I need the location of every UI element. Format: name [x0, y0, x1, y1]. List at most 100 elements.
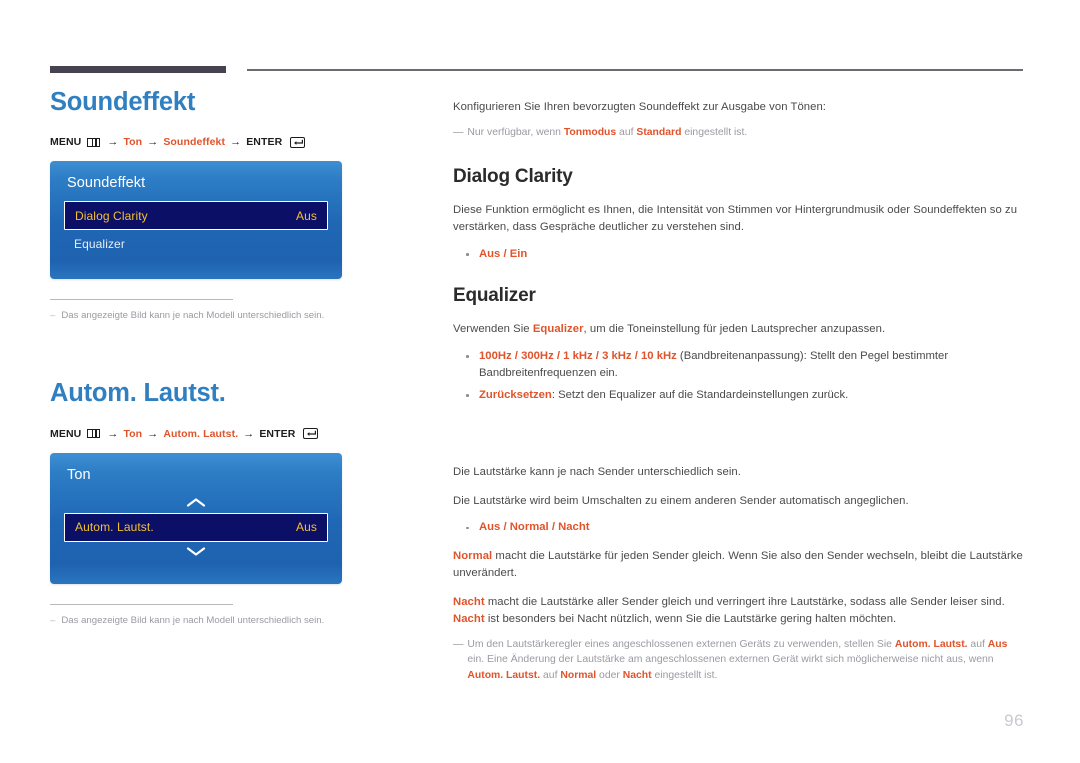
osd-row-autom-lautst[interactable]: Autom. Lautst. Aus — [64, 512, 328, 542]
equalizer-body-accent: Equalizer — [532, 323, 584, 336]
osd-row-label: Autom. Lautst. — [75, 520, 154, 535]
note-text-part: oder — [596, 669, 623, 681]
auto-volume-p2: Die Lautstärke wird beim Umschalten zu e… — [453, 494, 909, 507]
heading-dialog-clarity: Dialog Clarity — [453, 166, 573, 188]
breadcrumb-arrow: → — [107, 427, 119, 440]
auto-volume-p1: Die Lautstärke kann je nach Sender unter… — [453, 466, 741, 479]
osd-panel-ton: Ton Autom. Lautst. Aus — [50, 452, 342, 584]
equalizer-body-post: , um die Toneinstellung für jeden Lautsp… — [583, 323, 886, 336]
breadcrumb-menu-label: MENU — [50, 136, 82, 149]
auto-volume-p3: Normal macht die Lautstärke für jeden Se… — [453, 548, 1025, 583]
note-text-part: ein. Eine Änderung der Lautstärke am ang… — [467, 654, 994, 666]
breadcrumb-arrow: → — [147, 427, 159, 440]
note-text-part: auf — [967, 638, 988, 650]
note-dash: — — [453, 126, 463, 138]
note-text-part: auf — [540, 669, 561, 681]
osd-row-value: Aus — [296, 520, 317, 535]
footnote-line: – Das angezeigte Bild kann je nach Model… — [50, 614, 400, 628]
footnote-text: Das angezeigte Bild kann je nach Modell … — [61, 614, 325, 626]
note-text-part: eingestellt ist. — [681, 126, 748, 138]
note-text-part: eingestellt ist. — [651, 669, 718, 681]
dialog-clarity-options-list: Aus / Ein — [453, 246, 1025, 264]
dialog-clarity-body: Diese Funktion ermöglicht es Ihnen, die … — [453, 203, 1018, 234]
enter-key-icon — [303, 428, 319, 439]
footnote-dash: – — [50, 614, 56, 626]
osd-row-value: Aus — [296, 208, 317, 223]
equalizer-reset: Zurücksetzen — [479, 388, 552, 401]
header-rule-thick — [50, 66, 226, 73]
intro-note: — Nur verfügbar, wenn Tonmodus auf Stand… — [453, 125, 1025, 141]
footnote-block-soundeffekt: – Das angezeigte Bild kann je nach Model… — [50, 299, 400, 323]
note-accent-normal: Normal — [560, 669, 597, 681]
menu-grid-icon — [87, 137, 101, 148]
osd-panel-soundeffekt: Soundeffekt Dialog Clarity Aus Equalizer — [50, 161, 342, 280]
breadcrumb-item-autom-lautst: Autom. Lautst. — [163, 427, 239, 440]
list-item: Aus / Normal / Nacht — [453, 519, 1025, 537]
note-text: Um den Lautstärkeregler eines angeschlos… — [467, 637, 1025, 684]
footnote-divider — [50, 299, 233, 301]
auto-volume-options: Aus / Normal / Nacht — [479, 521, 590, 534]
left-column: Soundeffekt MENU → Ton → Soundeffekt → E… — [50, 88, 400, 627]
auto-volume-options-list: Aus / Normal / Nacht — [453, 519, 1025, 537]
auto-volume-p4-text2: ist besonders bei Nacht nützlich, wenn S… — [484, 613, 897, 626]
equalizer-reset-desc: : Setzt den Equalizer auf die Standardei… — [551, 388, 849, 401]
equalizer-bands: 100Hz / 300Hz / 1 kHz / 3 kHz / 10 kHz — [479, 349, 677, 362]
footnote-block-autom-lautst: – Das angezeigte Bild kann je nach Model… — [50, 603, 400, 628]
breadcrumb-soundeffekt: MENU → Ton → Soundeffekt → ENTER — [50, 136, 400, 148]
note-accent-autom-lautst: Autom. Lautst. — [894, 638, 968, 650]
breadcrumb-arrow: → — [243, 427, 255, 440]
osd-row-equalizer[interactable]: Equalizer — [64, 230, 328, 257]
note-accent-autom-lautst-2: Autom. Lautst. — [467, 669, 541, 681]
breadcrumb-arrow: → — [107, 136, 119, 149]
note-accent-standard: Standard — [636, 126, 682, 138]
breadcrumb-menu-label: MENU — [50, 427, 82, 440]
note-text-part: Nur verfügbar, wenn — [467, 126, 564, 138]
chevron-down-icon[interactable] — [64, 542, 328, 562]
section-title-soundeffekt: Soundeffekt — [50, 88, 196, 116]
heading-equalizer: Equalizer — [453, 285, 536, 307]
header-rule-thin — [247, 69, 1023, 71]
footnote-divider — [50, 603, 233, 605]
breadcrumb-item-ton: Ton — [123, 427, 143, 440]
footnote-text: Das angezeigte Bild kann je nach Modell … — [61, 310, 325, 322]
equalizer-body: Verwenden Sie Equalizer, um die Toneinst… — [453, 321, 1025, 339]
breadcrumb-autom-lautst: MENU → Ton → Autom. Lautst. → ENTER — [50, 428, 400, 440]
breadcrumb-arrow: → — [230, 136, 242, 149]
footnote-dash: – — [50, 310, 56, 322]
auto-volume-p4: Nacht macht die Lautstärke aller Sender … — [453, 594, 1025, 629]
auto-volume-accent-nacht-2: Nacht — [453, 613, 485, 626]
intro-paragraph: Konfigurieren Sie Ihren bevorzugten Soun… — [453, 101, 826, 113]
osd-row-label: Dialog Clarity — [75, 208, 148, 223]
auto-volume-note: — Um den Lautstärkeregler eines angeschl… — [453, 637, 1025, 684]
equalizer-options-list: 100Hz / 300Hz / 1 kHz / 3 kHz / 10 kHz (… — [453, 348, 1025, 405]
dialog-clarity-options: Aus / Ein — [479, 247, 528, 260]
list-item: 100Hz / 300Hz / 1 kHz / 3 kHz / 10 kHz (… — [453, 348, 1025, 383]
breadcrumb-arrow: → — [147, 136, 159, 149]
page-number: 96 — [1004, 711, 1024, 730]
note-accent-nacht: Nacht — [622, 669, 652, 681]
note-accent-aus: Aus — [987, 638, 1008, 650]
note-text-part: auf — [616, 126, 637, 138]
osd-bottom-spacer — [64, 562, 328, 584]
breadcrumb-item-soundeffekt: Soundeffekt — [163, 136, 226, 149]
osd-bottom-spacer — [64, 257, 328, 279]
note-accent-tonmodus: Tonmodus — [563, 126, 617, 138]
auto-volume-accent-nacht: Nacht — [453, 595, 485, 608]
breadcrumb-enter-label: ENTER — [246, 136, 283, 149]
note-text-part: Um den Lautstärkeregler eines angeschlos… — [467, 638, 895, 650]
osd-title: Soundeffekt — [67, 175, 146, 192]
chevron-up-icon[interactable] — [64, 493, 328, 513]
section-title-autom-lautst: Autom. Lautst. — [50, 379, 226, 408]
osd-row-dialog-clarity[interactable]: Dialog Clarity Aus — [64, 201, 328, 231]
footnote-line: – Das angezeigte Bild kann je nach Model… — [50, 309, 400, 323]
auto-volume-p4-text1: macht die Lautstärke aller Sender gleich… — [484, 595, 1005, 608]
right-column: Konfigurieren Sie Ihren bevorzugten Soun… — [453, 99, 1025, 684]
note-text: Nur verfügbar, wenn Tonmodus auf Standar… — [467, 125, 747, 141]
breadcrumb-enter-label: ENTER — [259, 427, 296, 440]
enter-key-icon — [290, 137, 306, 148]
